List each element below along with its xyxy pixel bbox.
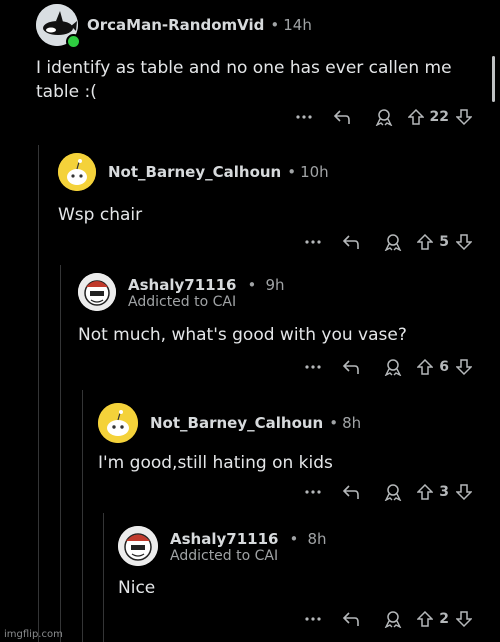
reply-icon[interactable] [330, 484, 372, 500]
downvote-icon[interactable] [454, 484, 474, 500]
vote-score: 6 [439, 359, 449, 375]
separator: • [329, 414, 339, 432]
comment-3: Ashaly71116 • 9h Addicted to CAI Not muc… [78, 273, 486, 385]
comment-header: Not_Barney_Calhoun • 10h [58, 153, 486, 191]
action-bar: 22 [287, 108, 474, 126]
vote-score: 22 [429, 109, 449, 125]
comment-2: Not_Barney_Calhoun • 10h Wsp chair 5 [58, 153, 486, 261]
upvote-icon[interactable] [414, 359, 436, 375]
author-block: Ashaly71116 • 9h Addicted to CAI [128, 275, 285, 310]
comment-5: Ashaly71116 • 8h Addicted to CAI Nice 2 [118, 526, 486, 638]
avatar[interactable] [58, 153, 96, 191]
author-name[interactable]: Ashaly71116 [170, 530, 278, 548]
avatar[interactable] [78, 273, 116, 311]
cartoon-avatar-icon [118, 526, 158, 566]
award-icon[interactable] [372, 233, 414, 251]
watermark: imgflip.com [4, 629, 63, 640]
timestamp: 8h [342, 414, 362, 432]
comment-header: OrcaMan-RandomVid • 14h [36, 4, 486, 49]
downvote-icon[interactable] [454, 234, 474, 250]
snoo-avatar-icon [98, 403, 138, 443]
separator: • [289, 529, 299, 548]
thread-line-4 [103, 513, 104, 642]
upvote-icon[interactable] [405, 109, 427, 125]
user-flair: Addicted to CAI [128, 293, 237, 310]
thread-line-3 [82, 390, 83, 642]
downvote-icon[interactable] [454, 611, 474, 627]
snoo-avatar-icon [58, 153, 96, 191]
author-name[interactable]: Not_Barney_Calhoun [150, 414, 323, 432]
more-options-icon[interactable] [296, 617, 330, 621]
reply-icon[interactable] [330, 611, 372, 627]
award-icon[interactable] [372, 483, 414, 501]
award-icon[interactable] [372, 358, 414, 376]
award-icon[interactable] [372, 610, 414, 628]
user-flair: Addicted to CAI [170, 547, 279, 564]
author-name[interactable]: Ashaly71116 [128, 276, 236, 294]
reply-icon[interactable] [330, 234, 372, 250]
avatar[interactable] [118, 526, 158, 566]
author-name[interactable]: OrcaMan-RandomVid [87, 16, 264, 34]
timestamp: 14h [283, 16, 312, 34]
downvote-icon[interactable] [454, 359, 474, 375]
more-options-icon[interactable] [296, 490, 330, 494]
more-options-icon[interactable] [296, 365, 330, 369]
comment-header: Ashaly71116 • 8h Addicted to CAI [118, 526, 486, 566]
upvote-icon[interactable] [414, 234, 436, 250]
action-bar: 5 [296, 233, 474, 251]
action-bar: 6 [296, 358, 474, 376]
timestamp: 10h [300, 163, 329, 181]
more-options-icon[interactable] [296, 240, 330, 244]
vote-score: 5 [439, 234, 449, 250]
reply-icon[interactable] [321, 109, 363, 125]
separator: • [247, 275, 257, 294]
timestamp: 8h [307, 529, 327, 548]
timestamp: 9h [265, 275, 285, 294]
thread-line-2 [60, 265, 61, 642]
award-icon[interactable] [363, 108, 405, 126]
author-name[interactable]: Not_Barney_Calhoun [108, 163, 281, 181]
upvote-icon[interactable] [414, 484, 436, 500]
thread-line-1 [38, 145, 39, 642]
comment-header: Not_Barney_Calhoun • 8h [98, 403, 486, 443]
upvote-icon[interactable] [414, 611, 436, 627]
scrollbar[interactable] [492, 56, 495, 102]
comment-header: Ashaly71116 • 9h Addicted to CAI [78, 273, 486, 311]
action-bar: 2 [296, 610, 474, 628]
separator: • [287, 163, 297, 181]
separator: • [270, 16, 280, 34]
reply-icon[interactable] [330, 359, 372, 375]
online-indicator [66, 34, 81, 49]
vote-score: 2 [439, 611, 449, 627]
author-block: Ashaly71116 • 8h Addicted to CAI [170, 529, 327, 564]
comment-body: I identify as table and no one has ever … [36, 58, 452, 102]
comment-body: Wsp chair [58, 205, 143, 225]
comment-body: I'm good,still hating on kids [98, 453, 333, 473]
downvote-icon[interactable] [454, 109, 474, 125]
comment-1: OrcaMan-RandomVid • 14h I identify as ta… [36, 4, 486, 134]
vote-score: 3 [439, 484, 449, 500]
avatar[interactable] [98, 403, 138, 443]
more-options-icon[interactable] [287, 115, 321, 119]
action-bar: 3 [296, 483, 474, 501]
comment-4: Not_Barney_Calhoun • 8h I'm good,still h… [98, 403, 486, 508]
comment-body: Not much, what's good with you vase? [78, 325, 407, 345]
comment-body: Nice [118, 578, 156, 598]
cartoon-avatar-icon [78, 273, 116, 311]
